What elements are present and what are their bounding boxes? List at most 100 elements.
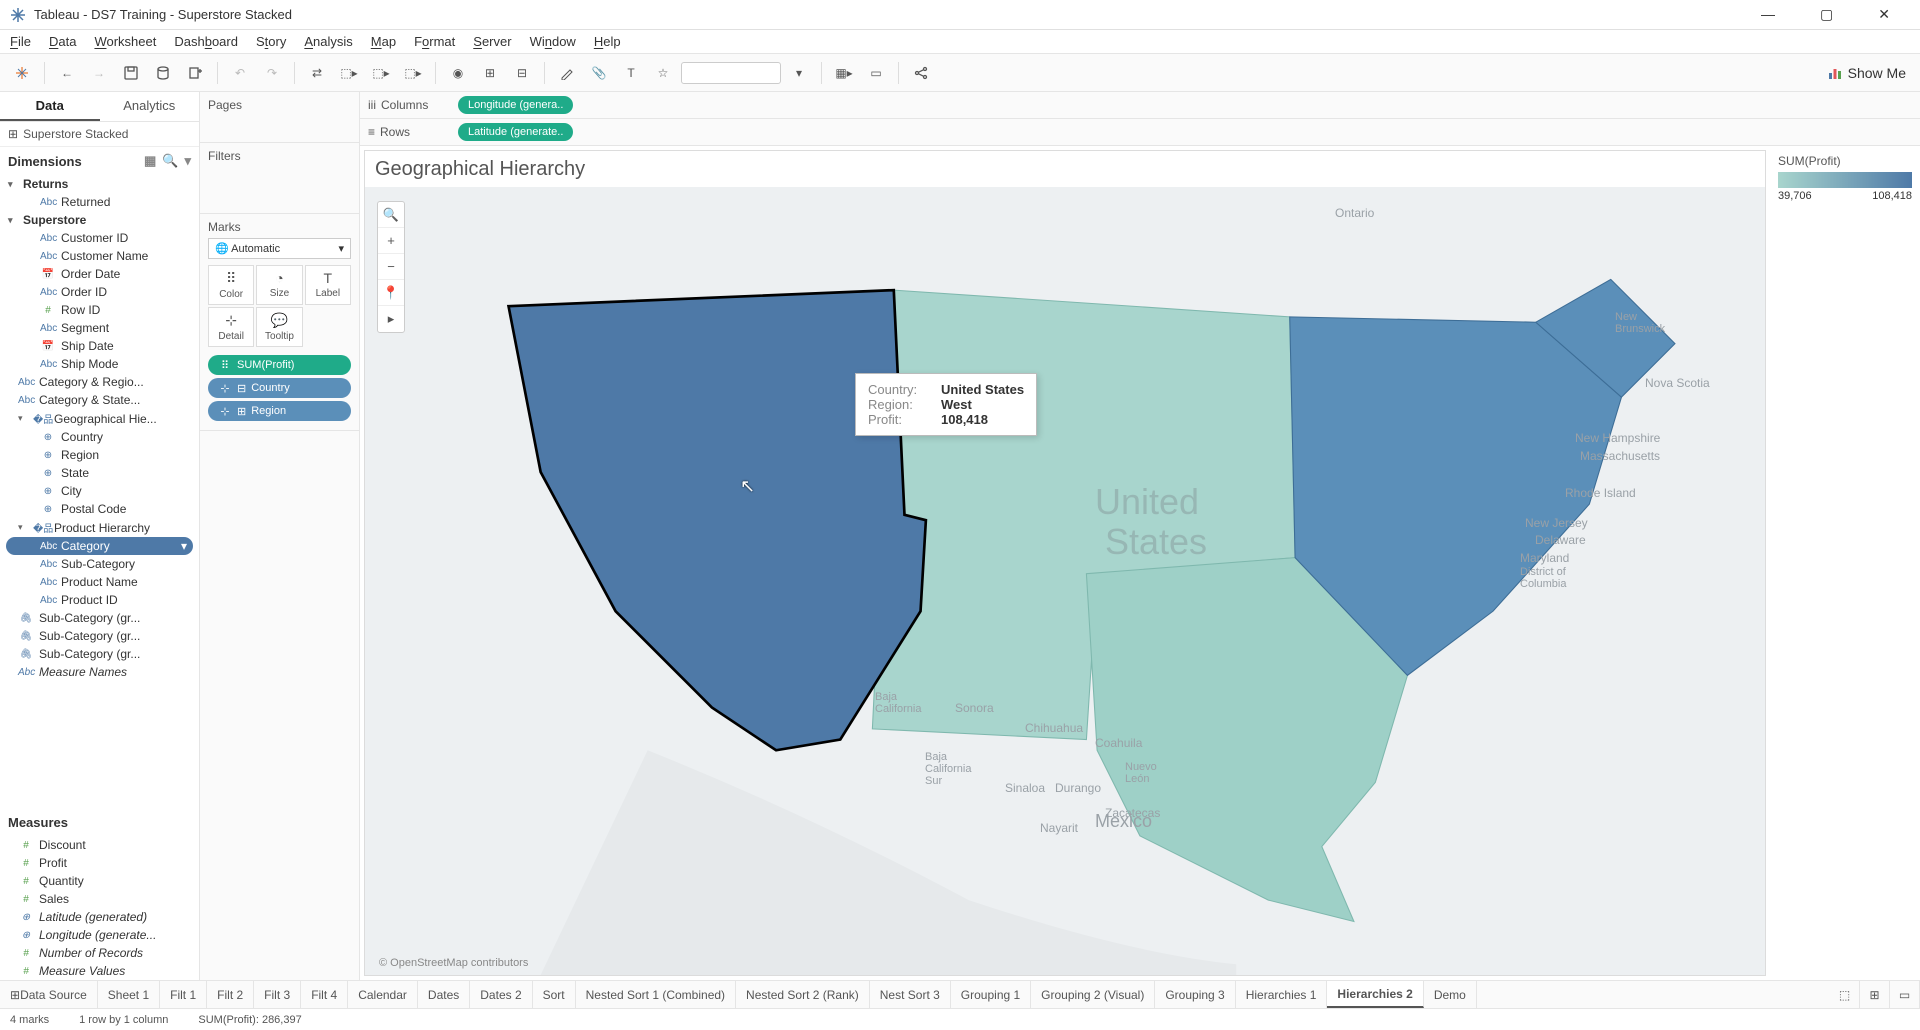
new-dashboard-button[interactable]: ⊞ [1860,981,1890,1008]
pill-sum-profit[interactable]: ⠿SUM(Profit) [208,355,351,375]
status-bar: 4 marks 1 row by 1 column SUM(Profit): 2… [0,1008,1920,1030]
tab-group2[interactable]: Grouping 2 (Visual) [1031,981,1155,1008]
measures-list[interactable]: #Discount #Profit #Quantity #Sales ⊕Lati… [0,836,199,980]
data-pane: Data Analytics ⊞ Superstore Stacked Dime… [0,92,200,980]
tab-dates2[interactable]: Dates 2 [470,981,532,1008]
tab-sheet1[interactable]: Sheet 1 [98,981,160,1008]
data-source-row[interactable]: ⊞ Superstore Stacked [0,122,199,147]
tab-filt1[interactable]: Filt 1 [160,981,207,1008]
star-icon[interactable]: ☆ [649,59,677,87]
dimensions-list[interactable]: ▾Returns AbcReturned ▾Superstore AbcCust… [0,175,199,809]
show-me-button[interactable]: Show Me [1822,65,1912,81]
tab-group1[interactable]: Grouping 1 [951,981,1031,1008]
marks-size[interactable]: ◔Size [256,265,302,305]
new-story-button[interactable]: ▭ [1890,981,1920,1008]
toolbar-search[interactable] [681,62,781,84]
menu-window[interactable]: Window [530,34,576,49]
tab-sort[interactable]: Sort [533,981,576,1008]
new-sheet-button[interactable] [181,59,209,87]
pin-icon[interactable]: 📎 [585,59,613,87]
tab-nest3[interactable]: Nest Sort 3 [870,981,951,1008]
cursor-icon: ↖ [740,476,755,497]
sort-desc-button[interactable]: ⬚▸ [367,59,395,87]
back-button[interactable]: ← [53,59,81,87]
menu-dashboard[interactable]: Dashboard [174,34,238,49]
map-zoom-in[interactable]: + [378,228,404,254]
share-icon[interactable] [907,59,935,87]
tableau-icon[interactable] [8,59,36,87]
menu-format[interactable]: Format [414,34,455,49]
save-button[interactable] [117,59,145,87]
tab-demo[interactable]: Demo [1424,981,1477,1008]
undo-button[interactable]: ↶ [226,59,254,87]
map-zoom-out[interactable]: − [378,254,404,280]
columns-shelf[interactable]: iiiColumns Longitude (genera.. [360,92,1920,119]
minimize-button[interactable]: — [1751,2,1785,27]
search-dd[interactable]: ▾ [785,59,813,87]
text-button[interactable]: T [617,59,645,87]
highlight-button[interactable]: ◉ [444,59,472,87]
menu-map[interactable]: Map [371,34,396,49]
tab-hier2[interactable]: Hierarchies 2 [1327,981,1423,1008]
marks-tooltip[interactable]: 💬Tooltip [256,307,302,347]
map-viz[interactable]: Geographical Hierarchy 🔍 + − 📍 ▸ United … [364,150,1766,976]
tab-filt3[interactable]: Filt 3 [254,981,301,1008]
sort-asc-button[interactable]: ⬚▸ [335,59,363,87]
pages-card[interactable]: Pages [208,98,351,112]
map-expand-button[interactable]: ▸ [378,306,404,332]
tab-nested2[interactable]: Nested Sort 2 (Rank) [736,981,870,1008]
menu-story[interactable]: Story [256,34,286,49]
tab-filt2[interactable]: Filt 2 [207,981,254,1008]
search-icon[interactable]: 🔍 [162,153,178,169]
tab-filt4[interactable]: Filt 4 [301,981,348,1008]
forward-button[interactable]: → [85,59,113,87]
new-worksheet-button[interactable]: ⬚ [1830,981,1860,1008]
data-tab[interactable]: Data [0,92,100,121]
pill-longitude[interactable]: Longitude (genera.. [458,96,573,114]
group-button[interactable]: ⊞ [476,59,504,87]
fit-button[interactable]: ▦▸ [830,59,858,87]
menu-data[interactable]: Data [49,34,76,49]
color-legend[interactable]: SUM(Profit) 39,706108,418 [1770,146,1920,980]
menu-server[interactable]: Server [473,34,511,49]
pill-latitude[interactable]: Latitude (generate.. [458,123,573,141]
menu-help[interactable]: Help [594,34,621,49]
labels-button[interactable]: ⊟ [508,59,536,87]
menu-worksheet[interactable]: Worksheet [94,34,156,49]
marks-label[interactable]: TLabel [305,265,351,305]
filters-card[interactable]: Filters [208,149,351,163]
maximize-button[interactable]: ▢ [1810,2,1843,27]
menu-icon[interactable]: ▾ [184,153,191,169]
rows-shelf[interactable]: ≡Rows Latitude (generate.. [360,119,1920,146]
menu-file[interactable]: File [10,34,31,49]
tab-dates[interactable]: Dates [418,981,470,1008]
window-title: Tableau - DS7 Training - Superstore Stac… [34,7,1751,22]
marks-detail[interactable]: ⊹Detail [208,307,254,347]
swap-button[interactable]: ⇄ [303,59,331,87]
tableau-logo-icon [10,7,26,23]
status-sum: SUM(Profit): 286,397 [198,1014,301,1026]
tab-group3[interactable]: Grouping 3 [1155,981,1235,1008]
map-controls: 🔍 + − 📍 ▸ [377,201,405,333]
menu-analysis[interactable]: Analysis [304,34,352,49]
pill-region[interactable]: ⊹⊞ Region [208,401,351,421]
totals-button[interactable]: ⬚▸ [399,59,427,87]
tab-nested1[interactable]: Nested Sort 1 (Combined) [576,981,736,1008]
pen-icon[interactable] [553,59,581,87]
analytics-tab[interactable]: Analytics [100,92,200,121]
field-category[interactable]: AbcCategory▾ [6,537,193,555]
close-button[interactable]: ✕ [1868,2,1900,27]
tab-calendar[interactable]: Calendar [348,981,418,1008]
marks-card: Marks [208,220,351,234]
map-search-button[interactable]: 🔍 [378,202,404,228]
marks-color[interactable]: ⠿Color [208,265,254,305]
map-pin-button[interactable]: 📍 [378,280,404,306]
redo-button[interactable]: ↷ [258,59,286,87]
tab-data-source[interactable]: ⊞ Data Source [0,981,98,1008]
tab-hier1[interactable]: Hierarchies 1 [1236,981,1328,1008]
mark-type-dropdown[interactable]: 🌐 Automatic▾ [208,238,351,259]
new-data-button[interactable] [149,59,177,87]
pill-country[interactable]: ⊹⊟ Country [208,378,351,398]
view-icon[interactable]: ▦ [144,153,156,169]
present-button[interactable]: ▭ [862,59,890,87]
